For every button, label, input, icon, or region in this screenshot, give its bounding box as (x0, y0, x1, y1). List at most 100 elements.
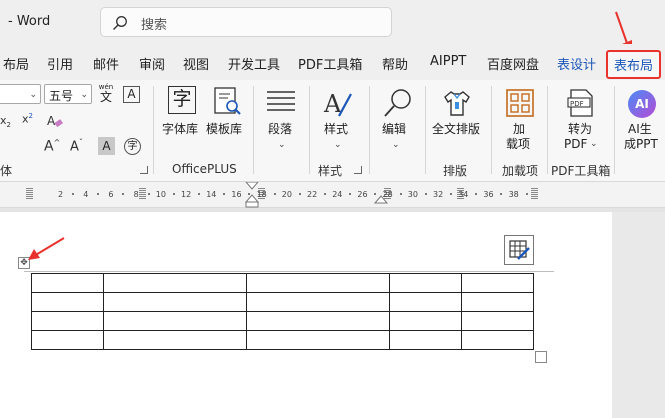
character-border-button[interactable]: A (123, 86, 140, 103)
document-table[interactable] (31, 273, 534, 350)
paragraph-button[interactable]: 段落 ⌄ (262, 84, 302, 154)
tab-developer[interactable]: 开发工具 (228, 54, 280, 73)
template-library-label: 模板库 (206, 122, 243, 136)
convert-to-pdf-button[interactable]: PDF 转为 PDF ⌄ (558, 84, 602, 154)
styles-chevron-down-icon: ⌄ (334, 140, 342, 150)
table-cell[interactable] (461, 273, 534, 293)
table-cell[interactable] (31, 311, 104, 331)
template-library-button[interactable]: 模板库 (206, 84, 246, 144)
font-name-dropdown[interactable]: ⌄ (0, 84, 41, 104)
ruler-dot (298, 193, 301, 195)
edit-label: 编辑 (382, 122, 407, 136)
full-text-layout-button[interactable]: 全文排版 (430, 84, 484, 144)
tab-pdf-tools[interactable]: PDF工具箱 (298, 54, 362, 73)
ruler-tick-label: 30 (407, 190, 418, 199)
phonetic-guide-button[interactable]: wén 文 (96, 83, 116, 105)
grow-font-icon[interactable]: A^ (44, 138, 60, 155)
tab-mailings[interactable]: 邮件 (93, 54, 119, 73)
table-cell[interactable] (461, 330, 534, 350)
shirt-icon (444, 91, 470, 116)
ai-ppt-label-line2: 成PPT (624, 137, 658, 151)
tab-aippt[interactable]: AIPPT (430, 54, 466, 69)
svg-text:A: A (47, 114, 56, 128)
subscript-icon[interactable]: x2 (0, 114, 11, 129)
ruler-right-marker[interactable] (531, 188, 538, 199)
table-row (31, 273, 534, 293)
table-cell[interactable] (103, 292, 247, 312)
tab-references[interactable]: 引用 (47, 54, 73, 73)
table-cell[interactable] (246, 311, 390, 331)
ruler-dot (248, 193, 251, 195)
table-cell[interactable] (103, 311, 247, 331)
table-cell[interactable] (31, 273, 104, 293)
table-row (31, 330, 534, 350)
addins-group-label: 加载项 (502, 164, 539, 178)
styles-label: 样式 (324, 122, 349, 136)
table-cell[interactable] (389, 273, 462, 293)
table-cell[interactable] (246, 273, 390, 293)
table-cell[interactable] (246, 330, 390, 350)
search-box[interactable]: 搜索 (100, 7, 392, 37)
find-icon (384, 89, 411, 117)
addins-button[interactable]: 加 载项 (500, 84, 540, 154)
table-cell[interactable] (31, 330, 104, 350)
enclose-characters-button[interactable]: 字 (124, 138, 141, 155)
font-dialog-launcher[interactable] (140, 166, 148, 174)
shrink-font-icon[interactable]: Aˇ (70, 138, 83, 154)
pdf-icon: PDF (567, 89, 593, 117)
character-shading-button[interactable]: A (98, 137, 115, 155)
ruler-tick-label: 16 (231, 190, 242, 199)
ruler-column-marker[interactable] (139, 188, 146, 199)
ruler-left-marker[interactable] (26, 188, 33, 199)
svg-text:PDF: PDF (570, 100, 584, 108)
tab-table-design[interactable]: 表设计 (557, 54, 596, 73)
font-library-button[interactable]: 字 字体库 (162, 84, 202, 144)
table-cell[interactable] (389, 292, 462, 312)
ruler-tick-label: 34 (458, 190, 469, 199)
tab-view[interactable]: 视图 (183, 54, 209, 73)
ai-generate-ppt-button[interactable]: AI AI生 成PPT (622, 84, 665, 154)
tab-help[interactable]: 帮助 (382, 54, 408, 73)
ruler-tick-label: 12 (181, 190, 192, 199)
table-cell[interactable] (31, 292, 104, 312)
convert-pdf-label-line1: 转为 (568, 122, 593, 136)
styles-group-label: 样式 (318, 164, 343, 178)
ruler-dot (500, 193, 503, 195)
superscript-icon[interactable]: x2 (22, 112, 33, 126)
horizontal-ruler[interactable]: 2 4 6 8 10 12 14 16 18 20 22 24 26 28 30 32 34 36 38 (0, 182, 665, 208)
tab-table-layout[interactable]: 表布局 (606, 50, 662, 79)
addins-label-line1: 加 (513, 122, 526, 136)
font-size-dropdown[interactable]: 五号 ⌄ (44, 84, 92, 104)
ruler-dot (223, 193, 226, 195)
paragraph-label: 段落 (268, 122, 293, 136)
ruler-tick-label: 28 (382, 190, 393, 199)
template-library-icon (214, 87, 241, 115)
tab-layout[interactable]: 布局 (3, 54, 29, 73)
table-row (31, 292, 534, 312)
clear-format-icon[interactable]: A (46, 112, 64, 130)
tab-review[interactable]: 审阅 (139, 54, 165, 73)
table-cell[interactable] (246, 292, 390, 312)
table-row (31, 311, 534, 331)
table-cell[interactable] (461, 292, 534, 312)
table-resize-handle[interactable] (535, 351, 547, 363)
convert-pdf-label-line2: PDF (564, 137, 588, 151)
ruler-tick-label: 20 (281, 190, 292, 199)
table-cell[interactable] (103, 330, 247, 350)
tab-baidu-netdisk[interactable]: 百度网盘 (487, 54, 539, 73)
table-cell[interactable] (103, 273, 247, 293)
table-cell[interactable] (389, 311, 462, 331)
table-cell[interactable] (461, 311, 534, 331)
styles-dialog-launcher[interactable] (354, 166, 362, 174)
ribbon: ⌄ 五号 ⌄ wén 文 A x2 x2 A A^ Aˇ A 字 体 字 字体库 … (0, 80, 665, 182)
ruler-tick-label: 10 (155, 190, 166, 199)
table-cell[interactable] (389, 330, 462, 350)
ruler-dot (172, 193, 175, 195)
styles-button[interactable]: A 样式 ⌄ (318, 84, 358, 154)
ruler-dot (324, 193, 326, 195)
officeplus-group-label: OfficePLUS (172, 162, 237, 176)
ruler-dot (273, 193, 276, 195)
ruler-dot (525, 193, 528, 195)
quick-table-layout-button[interactable] (504, 235, 534, 265)
edit-button[interactable]: 编辑 ⌄ (378, 84, 418, 154)
